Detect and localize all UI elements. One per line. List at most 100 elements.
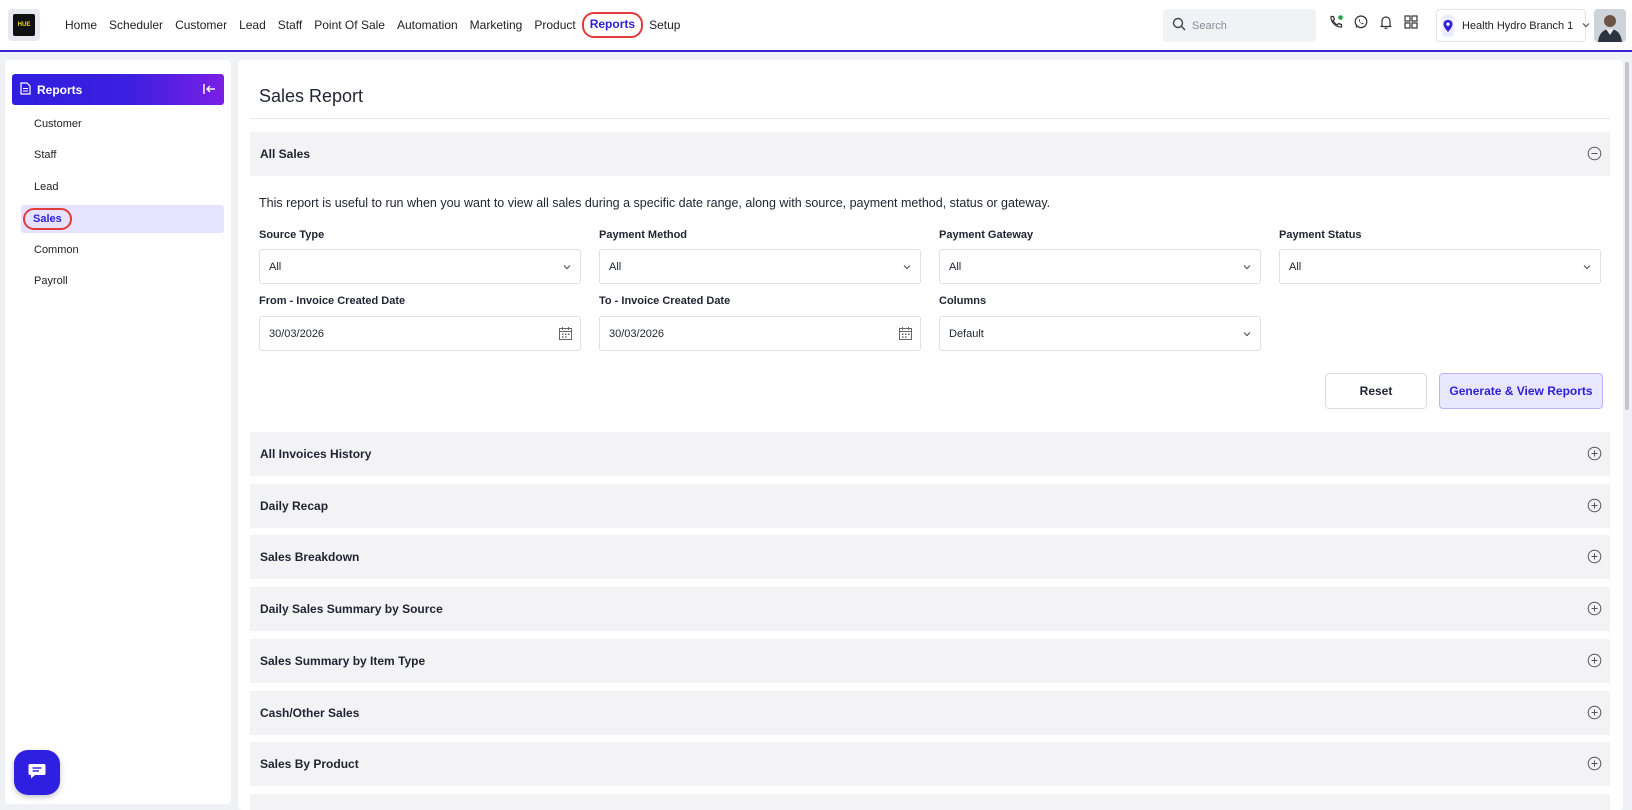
expand-circle-icon[interactable] — [1587, 549, 1602, 564]
section-sales-by-product[interactable]: Sales By Product — [250, 742, 1610, 786]
to-date-input[interactable]: 30/03/2026 — [599, 316, 921, 351]
nav-item-point-of-sale[interactable]: Point Of Sale — [308, 12, 391, 38]
reports-sidebar: Reports Customer Staff Lead Sales Common… — [5, 60, 231, 804]
grid-icon[interactable] — [1403, 14, 1419, 30]
sidebar-item-lead[interactable]: Lead — [21, 173, 224, 201]
expand-circle-icon[interactable] — [1587, 705, 1602, 720]
report-content: Sales Report All Sales This report is us… — [238, 60, 1623, 810]
columns-label: Columns — [939, 295, 987, 307]
selected-value: All — [269, 260, 282, 273]
calendar-icon[interactable] — [558, 326, 573, 344]
sidebar-header: Reports — [12, 74, 224, 105]
sidebar-item-label: Payroll — [34, 275, 68, 287]
whatsapp-icon[interactable] — [1353, 14, 1369, 30]
page-scrollbar[interactable] — [1625, 62, 1629, 410]
selected-value: Default — [949, 327, 984, 340]
selected-value: All — [609, 260, 622, 273]
payment-status-label: Payment Status — [1279, 229, 1362, 241]
date-value: 30/03/2026 — [609, 327, 665, 340]
main-nav: Home Scheduler Customer Lead Staff Point… — [59, 0, 686, 50]
nav-item-marketing[interactable]: Marketing — [464, 12, 529, 38]
section-all-invoices-history[interactable]: All Invoices History — [250, 432, 1610, 476]
document-icon — [20, 81, 31, 98]
bell-icon[interactable] — [1378, 14, 1394, 30]
nav-item-staff[interactable]: Staff — [272, 12, 308, 38]
report-description: This report is useful to run when you wa… — [259, 196, 1051, 210]
section-cash-other-sales[interactable]: Cash/Other Sales — [250, 691, 1610, 735]
selected-value: All — [1289, 260, 1302, 273]
payment-method-select[interactable]: All — [599, 249, 921, 284]
chevron-down-icon — [562, 262, 572, 275]
top-icon-group — [1328, 14, 1419, 30]
user-avatar[interactable] — [1594, 9, 1626, 42]
nav-item-customer[interactable]: Customer — [169, 12, 233, 38]
from-date-input[interactable]: 30/03/2026 — [259, 316, 581, 351]
nav-item-automation[interactable]: Automation — [391, 12, 464, 38]
section-title: Sales Breakdown — [260, 550, 360, 564]
payment-status-select[interactable]: All — [1279, 249, 1601, 284]
columns-select[interactable]: Default — [939, 316, 1261, 351]
section-title: All Invoices History — [260, 447, 372, 461]
date-value: 30/03/2026 — [269, 327, 325, 340]
selected-value: All — [949, 260, 962, 273]
sidebar-item-sales[interactable]: Sales — [21, 205, 224, 233]
generate-report-button[interactable]: Generate & View Reports — [1439, 373, 1603, 409]
chevron-down-icon — [902, 262, 912, 275]
nav-item-home[interactable]: Home — [59, 12, 103, 38]
nav-item-product[interactable]: Product — [528, 12, 581, 38]
source-type-label: Source Type — [259, 229, 325, 241]
sidebar-item-common[interactable]: Common — [21, 236, 224, 264]
section-daily-sales-summary-by-source[interactable]: Daily Sales Summary by Source — [250, 587, 1610, 631]
section-title: Daily Sales Summary by Source — [260, 602, 443, 616]
chevron-down-icon — [1242, 329, 1252, 342]
calendar-icon[interactable] — [898, 326, 913, 344]
chevron-down-icon — [1582, 262, 1592, 275]
reset-button[interactable]: Reset — [1325, 373, 1427, 409]
sidebar-item-staff[interactable]: Staff — [21, 141, 224, 169]
expand-circle-icon[interactable] — [1587, 653, 1602, 668]
section-daily-recap[interactable]: Daily Recap — [250, 484, 1610, 528]
location-pin-icon — [1442, 14, 1454, 37]
section-partial-next[interactable] — [250, 794, 1610, 810]
expand-circle-icon[interactable] — [1587, 498, 1602, 513]
collapse-circle-icon[interactable] — [1587, 146, 1602, 161]
from-date-label: From - Invoice Created Date — [259, 295, 406, 307]
collapse-sidebar-icon[interactable] — [202, 82, 216, 99]
chevron-down-icon — [1242, 262, 1252, 275]
sidebar-item-label: Customer — [34, 118, 82, 130]
source-type-select[interactable]: All — [259, 249, 581, 284]
expand-circle-icon[interactable] — [1587, 756, 1602, 771]
to-date-label: To - Invoice Created Date — [599, 295, 731, 307]
sidebar-item-label: Common — [34, 244, 79, 256]
logo-mark: HUE — [13, 14, 35, 36]
chevron-down-icon — [1581, 18, 1591, 33]
chat-support-button[interactable] — [14, 750, 60, 795]
sidebar-item-payroll[interactable]: Payroll — [21, 267, 224, 295]
page-title: Sales Report — [259, 86, 364, 106]
nav-item-lead[interactable]: Lead — [233, 12, 272, 38]
sidebar-item-label: Lead — [34, 181, 59, 193]
section-title: Sales Summary by Item Type — [260, 654, 426, 668]
expand-circle-icon[interactable] — [1587, 601, 1602, 616]
nav-item-scheduler[interactable]: Scheduler — [103, 12, 169, 38]
branch-selector[interactable]: Health Hydro Branch 1 — [1436, 9, 1590, 42]
nav-item-reports[interactable]: Reports — [581, 12, 644, 38]
chat-bubble-icon — [27, 762, 47, 783]
phone-call-icon[interactable] — [1328, 14, 1344, 30]
branch-name: Health Hydro Branch 1 — [1462, 19, 1574, 32]
section-sales-breakdown[interactable]: Sales Breakdown — [250, 535, 1610, 579]
payment-gateway-select[interactable]: All — [939, 249, 1261, 284]
title-divider — [250, 118, 1610, 119]
expand-circle-icon[interactable] — [1587, 446, 1602, 461]
section-title: All Sales — [260, 147, 311, 161]
app-logo[interactable]: HUE — [8, 9, 40, 41]
section-sales-summary-by-item-type[interactable]: Sales Summary by Item Type — [250, 639, 1610, 683]
search-box — [1163, 9, 1316, 42]
sidebar-title: Reports — [37, 82, 83, 97]
top-navbar: HUE Home Scheduler Customer Lead Staff P… — [0, 0, 1632, 52]
section-all-sales-header[interactable]: All Sales — [250, 132, 1610, 176]
nav-item-setup[interactable]: Setup — [643, 12, 686, 38]
search-input[interactable] — [1192, 19, 1302, 32]
search-icon — [1172, 17, 1186, 34]
sidebar-item-customer[interactable]: Customer — [21, 110, 224, 138]
